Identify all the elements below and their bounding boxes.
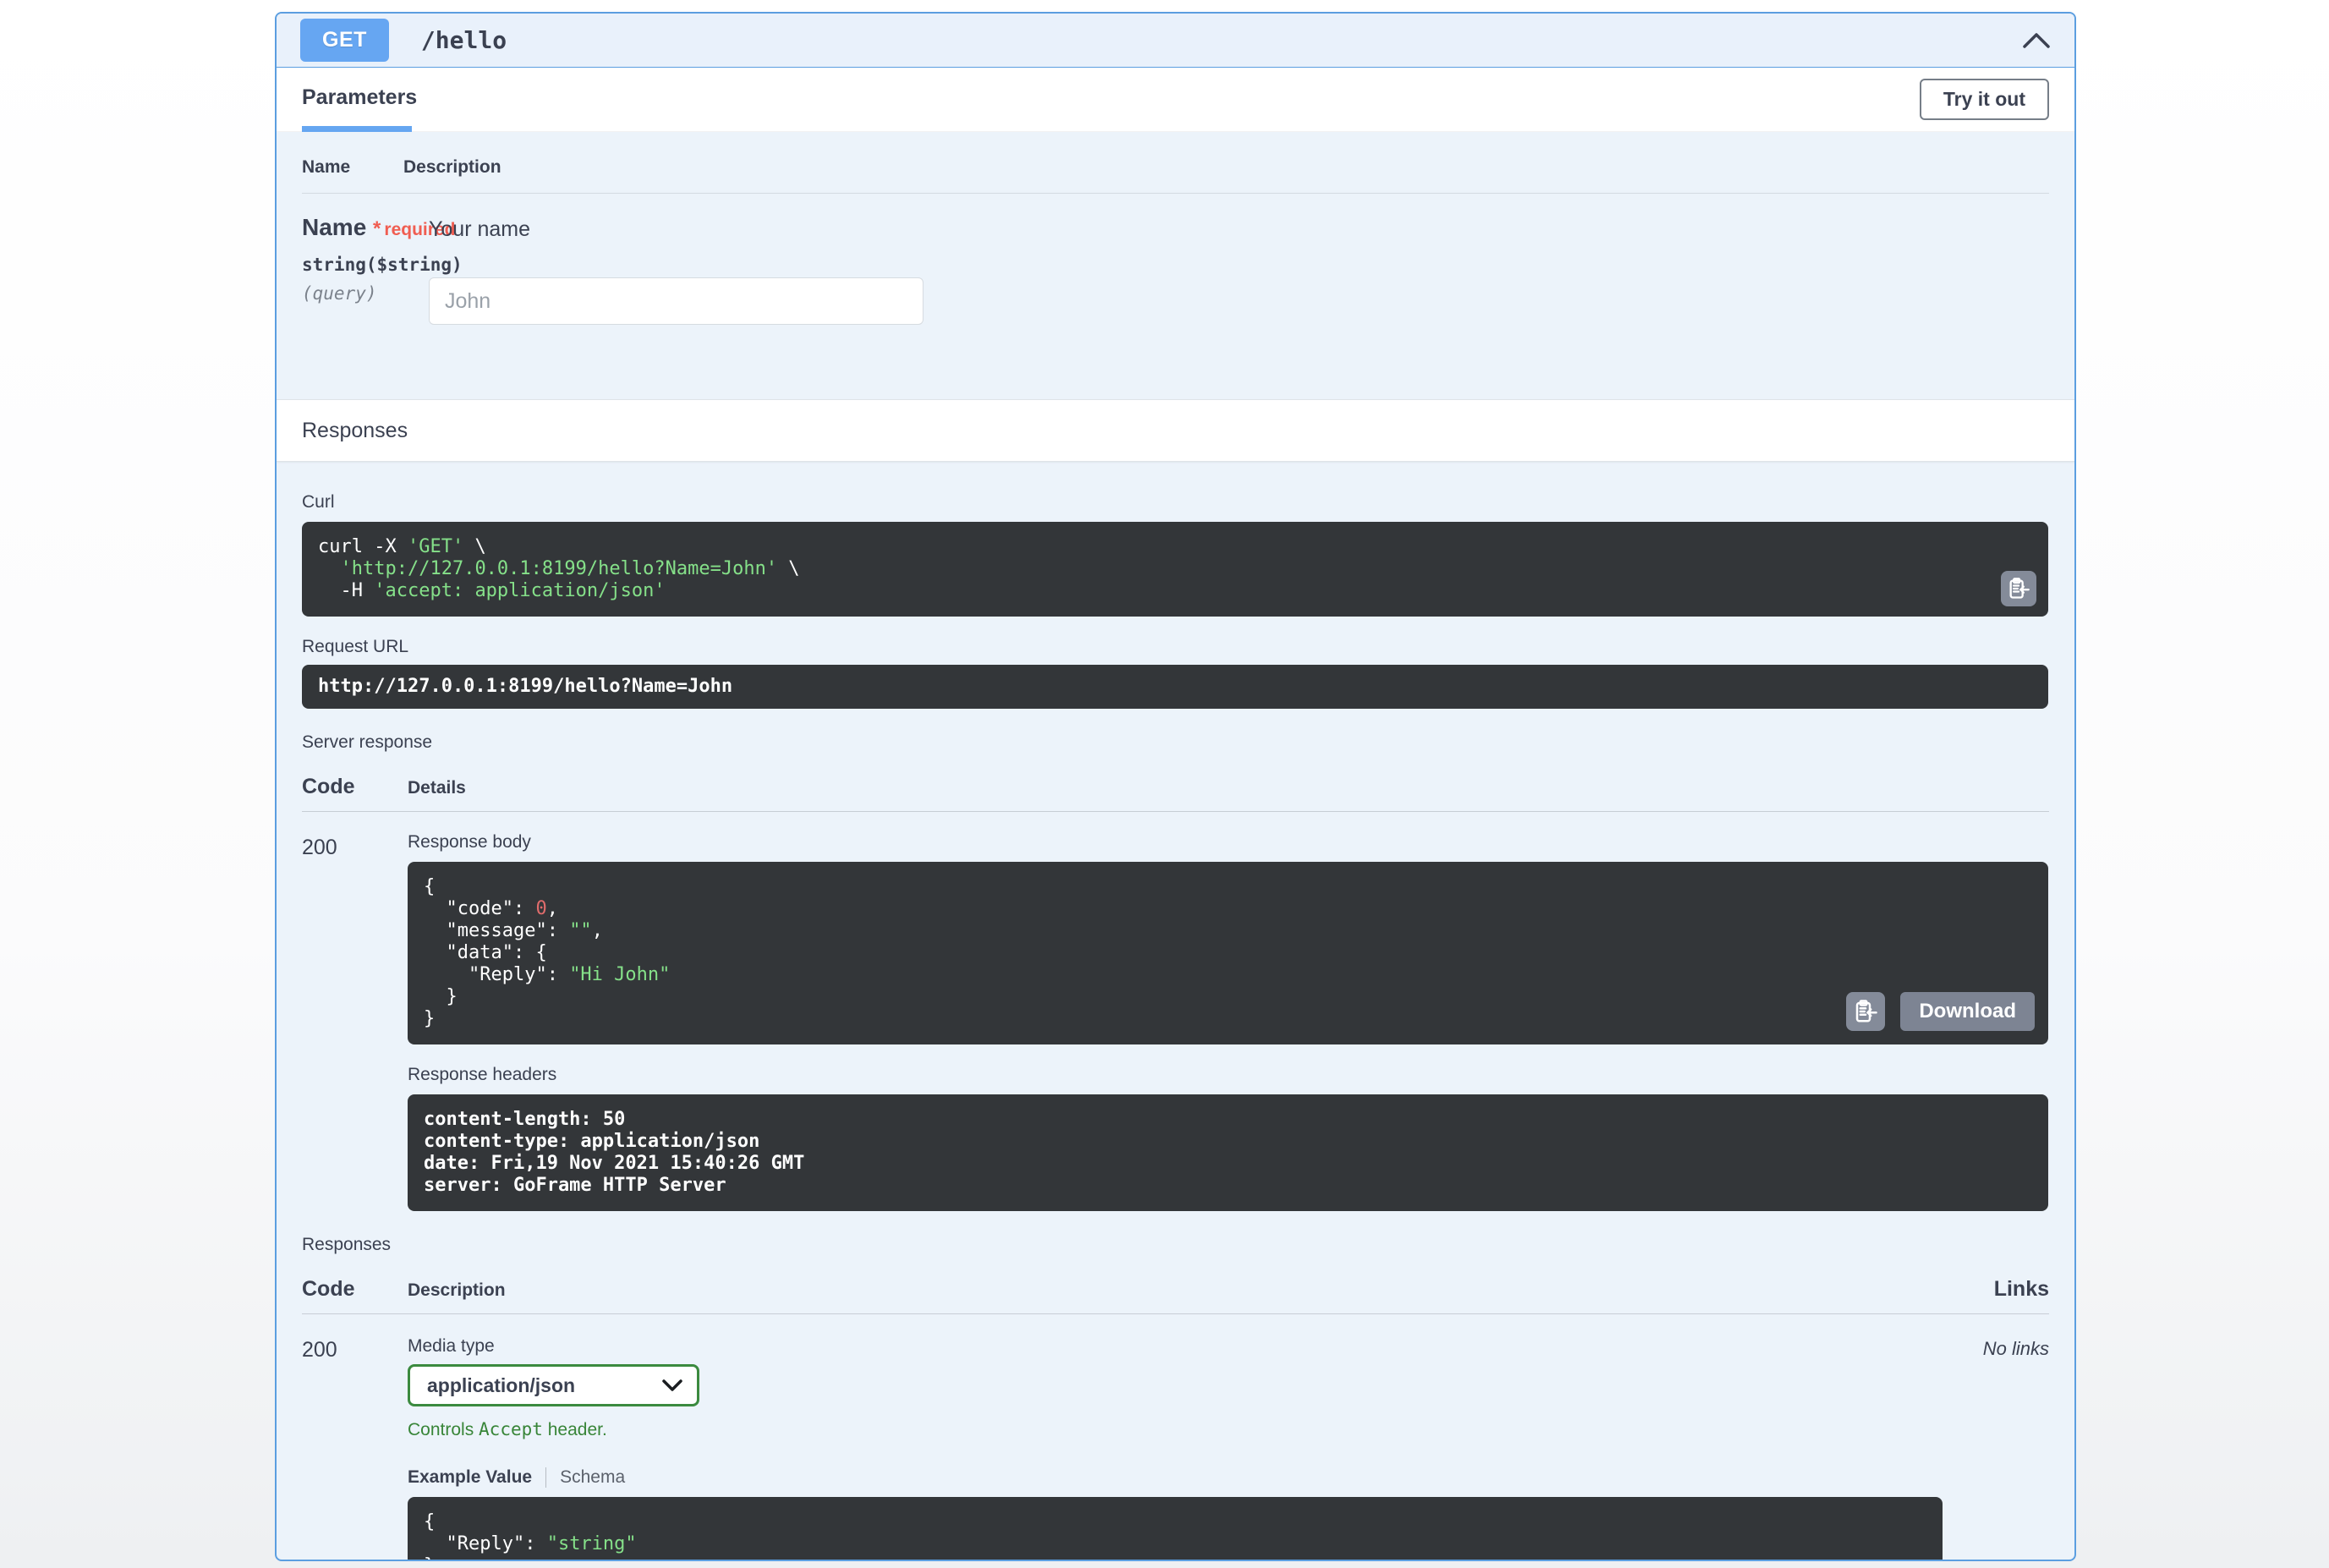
response-headers-label: Response headers	[408, 1065, 2049, 1085]
response-body-block: Download { "code": 0, "message": "", "da…	[408, 862, 2048, 1044]
parameter-description-cell: Your name	[403, 214, 923, 325]
server-response-table-header: Code Details	[302, 775, 2049, 799]
column-code: Code	[302, 1277, 408, 1302]
no-links-text: No links	[1983, 1335, 2049, 1561]
parameter-type: string($string)	[302, 255, 403, 275]
response-headers-block: content-length: 50content-type: applicat…	[408, 1094, 2048, 1211]
copy-clipboard-icon	[1853, 999, 1878, 1024]
column-description: Description	[408, 1280, 506, 1301]
parameter-name: Name *required	[302, 214, 403, 241]
request-url-value: http://127.0.0.1:8199/hello?Name=John	[302, 665, 2048, 709]
parameter-info: Name *required string($string) (query)	[302, 214, 403, 325]
tab-example-value[interactable]: Example Value	[408, 1467, 546, 1488]
documented-response-row: 200 Media type application/json Controls…	[302, 1314, 2049, 1561]
tab-parameters[interactable]: Parameters	[302, 67, 417, 132]
curl-command-block: curl -X 'GET' \ 'http://127.0.0.1:8199/h…	[302, 522, 2048, 617]
example-value-block: { "Reply": "string"}	[408, 1497, 1943, 1561]
media-type-label: Media type	[408, 1336, 1983, 1357]
collapse-button[interactable]	[2022, 31, 2051, 50]
tab-bar: Parameters Try it out	[277, 68, 2074, 132]
column-links: Links	[1994, 1277, 2049, 1302]
media-type-select[interactable]: application/json	[408, 1364, 699, 1406]
operation-block: GET /hello Parameters Try it out Name De…	[275, 12, 2076, 1561]
response-body-actions: Download	[1846, 992, 2035, 1031]
server-response-label: Server response	[302, 732, 2049, 753]
chevron-down-icon	[661, 1379, 683, 1392]
method-badge: GET	[300, 19, 389, 62]
example-tabs: Example Value Schema	[408, 1467, 1983, 1488]
response-status-code: 200	[302, 832, 408, 1211]
column-details: Details	[408, 778, 466, 798]
documented-description-cell: Media type application/json Controls Acc…	[408, 1335, 1983, 1561]
parameter-row: Name *required string($string) (query) Y…	[302, 194, 2049, 325]
chevron-up-icon	[2022, 31, 2051, 50]
response-details-cell: Response body Downloa	[408, 832, 2049, 1211]
parameter-location: (query)	[302, 283, 403, 304]
parameters-section: Name Description Name *required string($…	[277, 132, 2074, 399]
column-name: Name	[302, 157, 403, 178]
tab-schema[interactable]: Schema	[546, 1467, 625, 1488]
column-description: Description	[403, 157, 501, 178]
responses-title: Responses	[302, 419, 408, 443]
parameters-table-header: Name Description	[302, 157, 2049, 178]
copy-response-button[interactable]	[1846, 992, 1885, 1031]
request-url-label: Request URL	[302, 637, 2049, 657]
copy-clipboard-icon	[2007, 577, 2030, 600]
operation-header[interactable]: GET /hello	[277, 14, 2074, 68]
documented-status-code: 200	[302, 1335, 408, 1561]
responses-body: Curl curl -X 'GET' \ 'http://127.0.0.1:8…	[277, 462, 2074, 1561]
documented-responses-label: Responses	[302, 1235, 2049, 1255]
response-body-label: Response body	[408, 832, 2049, 853]
parameter-description: Your name	[429, 217, 923, 242]
server-response-row: 200 Response body	[302, 812, 2049, 1211]
documented-responses-table-header: Code Description Links	[302, 1277, 2049, 1302]
curl-label: Curl	[302, 492, 2049, 513]
responses-section-header: Responses	[277, 399, 2074, 462]
try-it-out-button[interactable]: Try it out	[1920, 79, 2049, 120]
required-asterisk: *	[373, 217, 381, 240]
controls-accept-note: Controls Accept header.	[408, 1419, 1983, 1440]
download-button[interactable]: Download	[1900, 992, 2035, 1031]
copy-curl-button[interactable]	[2001, 571, 2036, 606]
operation-path: /hello	[421, 26, 507, 54]
column-code: Code	[302, 775, 408, 799]
name-parameter-input[interactable]	[429, 277, 923, 325]
media-type-value: application/json	[427, 1374, 575, 1397]
